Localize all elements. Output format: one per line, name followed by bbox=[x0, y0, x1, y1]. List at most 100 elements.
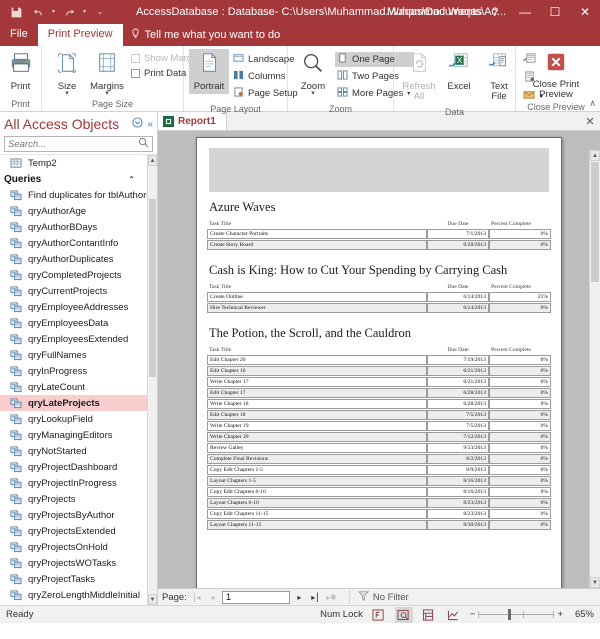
double-chevron-left-icon[interactable]: « bbox=[145, 119, 155, 130]
ribbon-group-page-size: Size ▾ Margins ▾ Show Margins Print Data… bbox=[42, 46, 208, 111]
excel-export-button[interactable]: X Excel bbox=[439, 49, 479, 94]
nav-item-qryprojectinprogress[interactable]: qryProjectInProgress bbox=[0, 475, 147, 491]
chevron-down-circle-icon[interactable] bbox=[130, 117, 145, 131]
zoom-slider[interactable]: − + bbox=[470, 609, 563, 620]
search-input[interactable] bbox=[5, 138, 138, 150]
margins-dropdown-icon[interactable]: ▾ bbox=[105, 90, 109, 97]
scroll-up-arrow[interactable]: ▲ bbox=[148, 155, 157, 166]
close-button[interactable]: ✕ bbox=[570, 0, 600, 24]
tell-me-box[interactable]: Tell me what you want to do bbox=[123, 25, 289, 46]
nav-item-qryemployeeaddresses[interactable]: qryEmployeeAddresses bbox=[0, 299, 147, 315]
nav-item-qryprojectsextended[interactable]: qryProjectsExtended bbox=[0, 523, 147, 539]
nav-item-qryprojecttasks[interactable]: qryProjectTasks bbox=[0, 571, 147, 587]
minimize-button[interactable]: — bbox=[510, 0, 540, 24]
preview-scrollbar[interactable]: ▲ ▼ bbox=[589, 150, 600, 588]
chevron-up-icon[interactable]: ⌃ bbox=[128, 175, 135, 184]
nav-item-qryauthorcontantinfo[interactable]: qryAuthorContantInfo bbox=[0, 235, 147, 251]
nav-item-qrycurrentprojects[interactable]: qryCurrentProjects bbox=[0, 283, 147, 299]
zoom-slider-thumb[interactable] bbox=[508, 609, 512, 620]
ribbon: Print Print Size ▾ Margins ▾ Show Margin… bbox=[0, 46, 600, 117]
zoom-dropdown-icon[interactable]: ▾ bbox=[311, 90, 315, 97]
navigation-search-box[interactable] bbox=[4, 136, 153, 152]
text-file-export-button[interactable]: Text File bbox=[479, 49, 519, 104]
cell-due: 8/2/2013 bbox=[427, 454, 489, 464]
nav-item-qryauthorbdays[interactable]: qryAuthorBDays bbox=[0, 219, 147, 235]
cell-pct: 0% bbox=[489, 443, 551, 453]
nav-item-qryfullnames[interactable]: qryFullNames bbox=[0, 347, 147, 363]
size-dropdown-icon[interactable]: ▾ bbox=[65, 90, 69, 97]
nav-item-qrylookupfield[interactable]: qryLookupField bbox=[0, 411, 147, 427]
margins-button[interactable]: Margins ▾ bbox=[87, 49, 127, 98]
nav-item-label: qryProjectTasks bbox=[28, 573, 96, 585]
nav-item-label: qryLateCount bbox=[28, 381, 86, 393]
navigation-object-list[interactable]: Temp2 Queries ⌃ Find duplicates for tblAuth… bbox=[0, 154, 157, 605]
nav-item-qryprojectswotasks[interactable]: qryProjectsWOTasks bbox=[0, 555, 147, 571]
navigation-scrollbar[interactable]: ▲ ▼ bbox=[147, 155, 157, 605]
scroll-down-arrow[interactable]: ▼ bbox=[148, 594, 157, 605]
svg-text:X: X bbox=[457, 56, 463, 65]
nav-item-temp2[interactable]: Temp2 bbox=[0, 155, 147, 171]
nav-item-qryemployeesextended[interactable]: qryEmployeesExtended bbox=[0, 331, 147, 347]
nav-item-qrynotstarted[interactable]: qryNotStarted bbox=[0, 443, 147, 459]
print-preview-canvas[interactable]: Azure Waves Task Title Due Date Percent Com… bbox=[158, 131, 600, 588]
nav-group-queries[interactable]: Queries ⌃ bbox=[0, 171, 147, 187]
last-page-button[interactable]: ▸⎮ bbox=[309, 591, 322, 604]
first-page-button[interactable]: ⎮◂ bbox=[190, 591, 203, 604]
query-icon bbox=[10, 557, 22, 569]
close-print-preview-button[interactable]: Close Print Preview bbox=[521, 49, 591, 102]
nav-item-qrylateprojects[interactable]: qryLateProjects bbox=[0, 395, 147, 411]
page-number-input[interactable]: 1 bbox=[221, 590, 290, 604]
next-page-button[interactable]: ▸ bbox=[293, 591, 306, 604]
status-message: Ready bbox=[6, 609, 34, 620]
query-icon bbox=[10, 189, 22, 201]
filter-status[interactable]: No Filter bbox=[348, 590, 409, 604]
zoom-button[interactable]: Zoom ▾ bbox=[293, 49, 333, 98]
nav-item-qryemployeesdata[interactable]: qryEmployeesData bbox=[0, 315, 147, 331]
scroll-down-arrow[interactable]: ▼ bbox=[590, 577, 600, 588]
account-name[interactable]: Muhammad Waqas bbox=[387, 0, 482, 24]
size-button[interactable]: Size ▾ bbox=[47, 49, 87, 98]
print-button[interactable]: Print bbox=[1, 49, 41, 94]
maximize-button[interactable]: ☐ bbox=[540, 0, 570, 24]
nav-item-qryprojectdashboard[interactable]: qryProjectDashboard bbox=[0, 459, 147, 475]
refresh-all-button[interactable]: Refresh All bbox=[399, 49, 439, 104]
nav-item-qryprojects[interactable]: qryProjects bbox=[0, 491, 147, 507]
nav-item-query1[interactable]: Query1 bbox=[0, 603, 147, 605]
nav-item-qryauthorduplicates[interactable]: qryAuthorDuplicates bbox=[0, 251, 147, 267]
nav-item-qryprojectsonhold[interactable]: qryProjectsOnHold bbox=[0, 539, 147, 555]
nav-item-qryzerolengthmiddleinitial[interactable]: qryZeroLengthMiddleInitial bbox=[0, 587, 147, 603]
column-header-due-date: Due Date bbox=[447, 284, 469, 290]
nav-item-qrycompletedprojects[interactable]: qryCompletedProjects bbox=[0, 267, 147, 283]
new-page-button[interactable]: ▸✱ bbox=[325, 591, 338, 604]
zoom-out-button[interactable]: − bbox=[470, 609, 476, 620]
scrollbar-thumb[interactable] bbox=[149, 199, 156, 377]
nav-item-qrylatecount[interactable]: qryLateCount bbox=[0, 379, 147, 395]
report-task-table: Task Title Due Date Percent Complete Create… bbox=[207, 283, 551, 314]
zoom-slider-track[interactable] bbox=[478, 609, 555, 620]
document-area: Report1 ✕ Azure Waves Task Title Due Date P… bbox=[158, 112, 600, 605]
tab-file[interactable]: File bbox=[0, 24, 38, 46]
scrollbar-thumb[interactable] bbox=[591, 162, 599, 282]
tab-print-preview[interactable]: Print Preview bbox=[37, 24, 123, 46]
portrait-button[interactable]: Portrait bbox=[189, 49, 229, 94]
report-view-button[interactable] bbox=[394, 606, 413, 623]
nav-item-find-duplicates-for-tblauthors[interactable]: Find duplicates for tblAuthors bbox=[0, 187, 147, 203]
design-view-button[interactable] bbox=[445, 607, 463, 623]
cell-task: Complete Final Revisions bbox=[207, 454, 427, 464]
close-document-icon[interactable]: ✕ bbox=[580, 112, 600, 130]
zoom-level-label[interactable]: 65% bbox=[570, 609, 594, 620]
nav-item-qryinprogress[interactable]: qryInProgress bbox=[0, 363, 147, 379]
help-button[interactable]: ? bbox=[480, 0, 510, 24]
previous-page-button[interactable]: ◂ bbox=[206, 591, 219, 604]
zoom-in-button[interactable]: + bbox=[557, 609, 563, 620]
nav-item-qryauthorage[interactable]: qryAuthorAge bbox=[0, 203, 147, 219]
nav-item-qrymanagingeditors[interactable]: qryManagingEditors bbox=[0, 427, 147, 443]
cell-task: Edit Chapter 16 bbox=[207, 366, 427, 376]
layout-view-button[interactable] bbox=[420, 607, 438, 623]
collapse-ribbon-icon[interactable]: ∧ bbox=[589, 98, 596, 109]
nav-item-qryprojectsbyauthor[interactable]: qryProjectsByAuthor bbox=[0, 507, 147, 523]
scroll-up-arrow[interactable]: ▲ bbox=[590, 150, 600, 161]
cell-due: 6/14/2013 bbox=[427, 303, 489, 313]
search-icon[interactable] bbox=[138, 135, 152, 153]
print-preview-view-button[interactable] bbox=[370, 607, 388, 623]
